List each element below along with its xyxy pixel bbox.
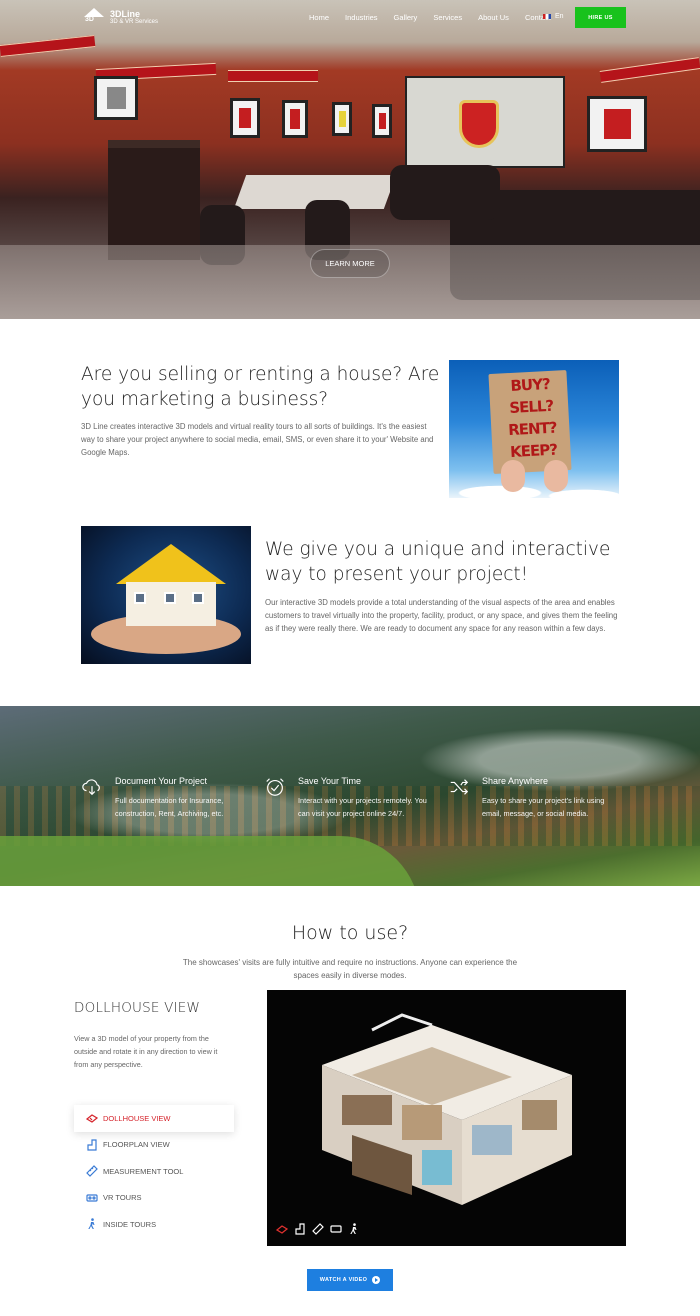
floorplan-icon <box>86 1139 98 1151</box>
watch-video-button[interactable]: WATCH A VIDEO <box>307 1269 393 1291</box>
feature-title: Document Your Project <box>115 776 208 786</box>
hand <box>501 460 525 492</box>
floorplan-icon[interactable] <box>293 1222 307 1236</box>
walking-person-icon[interactable] <box>347 1222 361 1236</box>
hero-frame <box>230 98 260 138</box>
sign-word: SELL? <box>508 396 554 418</box>
hand <box>544 460 568 492</box>
sign-word: BUY? <box>510 374 551 395</box>
hero-section: 3DLine 3D & VR Services Home Industries … <box>0 0 700 319</box>
mode-vr-tours[interactable]: VR TOURS <box>74 1185 234 1212</box>
mode-label: MEASUREMENT TOOL <box>103 1166 184 1176</box>
active-mode-title: DOLLHOUSE VIEW <box>74 1000 201 1016</box>
vr-headset-icon <box>86 1192 98 1204</box>
feature-text: Interact with your projects remotely. Yo… <box>298 796 427 818</box>
logo-mark-icon <box>82 8 106 26</box>
hero-frame <box>587 96 647 152</box>
hero-frame <box>372 104 392 138</box>
mode-label: DOLLHOUSE VIEW <box>103 1113 171 1123</box>
mode-floorplan[interactable]: FLOORPLAN VIEW <box>74 1132 234 1159</box>
feature-text: Easy to share your project's link using … <box>482 796 605 818</box>
selling-text: 3D Line creates interactive 3D models an… <box>81 422 434 458</box>
flag-icon <box>543 14 551 19</box>
projection-screen <box>405 76 565 168</box>
dollhouse-model <box>322 1013 572 1205</box>
language-label: En <box>555 13 564 20</box>
mode-label: INSIDE TOURS <box>103 1219 157 1229</box>
hire-us-button[interactable]: HIRE US <box>575 7 626 28</box>
top-nav: 3DLine 3D & VR Services Home Industries … <box>0 0 700 36</box>
nav-item-industries[interactable]: Industries <box>345 13 378 22</box>
language-selector[interactable]: En <box>543 13 564 20</box>
cloud <box>449 472 619 498</box>
house-walls <box>126 582 216 626</box>
nav-item-services[interactable]: Services <box>433 13 462 22</box>
mode-inside-tours[interactable]: INSIDE TOURS <box>74 1211 234 1238</box>
walking-person-icon <box>86 1218 98 1230</box>
clock-icon <box>266 778 284 796</box>
logo[interactable]: 3DLine 3D & VR Services <box>82 8 158 26</box>
hero-frame <box>94 76 138 120</box>
mode-label: VR TOURS <box>103 1193 142 1203</box>
buy-sell-rent-image: BUY? SELL? RENT? KEEP? <box>449 360 619 498</box>
selling-title: Are you selling or renting a house? Are … <box>81 364 440 410</box>
feature-title: Save Your Time <box>298 776 362 786</box>
sofa <box>390 165 500 220</box>
brand-tagline: 3D & VR Services <box>110 19 159 25</box>
unique-text: Our interactive 3D models provide a tota… <box>265 598 618 634</box>
how-to-use-title: How to use? <box>291 922 409 944</box>
hero-banner <box>228 70 318 82</box>
sign-word: RENT? <box>507 418 557 440</box>
sign-card: BUY? SELL? RENT? KEEP? <box>488 370 572 474</box>
mode-label: FLOORPLAN VIEW <box>103 1140 170 1150</box>
brand-name: 3DLine <box>110 9 141 19</box>
house-in-hands-image <box>81 526 251 664</box>
nav-item-about-us[interactable]: About Us <box>478 13 509 22</box>
sign-word: KEEP? <box>509 440 558 462</box>
learn-more-button[interactable]: LEARN MORE <box>310 249 390 278</box>
active-mode-text: View a 3D model of your property from th… <box>74 1034 218 1069</box>
mode-list: DOLLHOUSE VIEW FLOORPLAN VIEW MEASUREMEN… <box>74 1105 234 1238</box>
dollhouse-viewer[interactable] <box>267 990 626 1246</box>
nav-menu: Home Industries Gallery Services About U… <box>309 13 567 22</box>
feature-text: Full documentation for Insurance, constr… <box>115 796 224 818</box>
house-roof <box>116 544 226 584</box>
viewer-toolbar <box>275 1222 365 1236</box>
play-icon <box>372 1276 381 1284</box>
dollhouse-icon[interactable] <box>275 1222 289 1236</box>
mode-measurement[interactable]: MEASUREMENT TOOL <box>74 1158 234 1185</box>
nav-item-home[interactable]: Home <box>309 13 329 22</box>
dollhouse-icon <box>86 1112 98 1124</box>
shuffle-icon <box>450 779 469 795</box>
watch-video-label: WATCH A VIDEO <box>319 1277 368 1283</box>
ruler-icon[interactable] <box>311 1222 325 1236</box>
how-to-use-subtitle: The showcases' visits are fully intuitiv… <box>182 958 518 980</box>
hero-frame <box>282 100 308 138</box>
ruler-icon <box>86 1165 98 1178</box>
feature-title: Share Anywhere <box>482 776 549 786</box>
nav-item-gallery[interactable]: Gallery <box>394 13 418 22</box>
mode-dollhouse[interactable]: DOLLHOUSE VIEW <box>74 1105 234 1132</box>
cloud-download-icon <box>82 779 100 796</box>
hero-frame <box>332 102 352 136</box>
unique-title: We give you a unique and interactive way… <box>265 539 611 585</box>
vr-headset-icon[interactable] <box>329 1222 343 1236</box>
bar-counter <box>108 140 200 260</box>
